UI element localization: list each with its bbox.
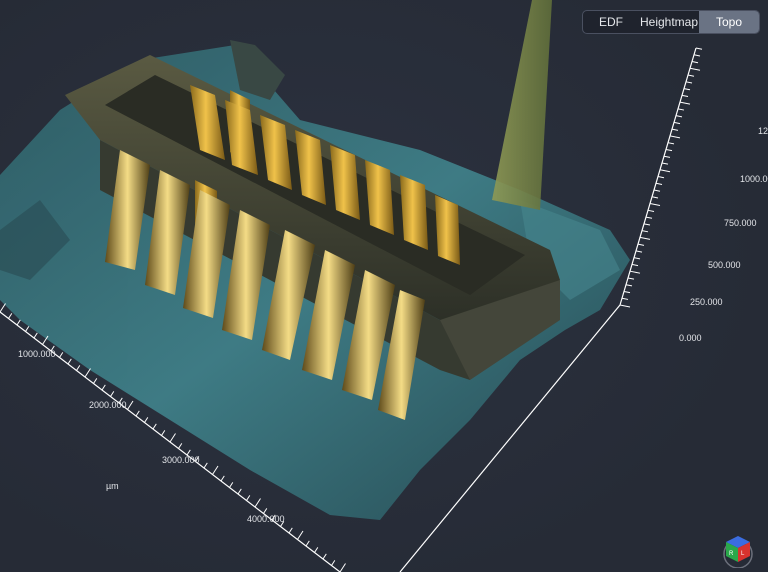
mode-button-heightmap[interactable]: Heightmap — [639, 11, 699, 33]
mode-button-topo[interactable]: Topo — [699, 11, 759, 33]
z-tick-label: 750.000 — [724, 218, 757, 228]
x-tick-label: 3000.000 — [162, 455, 200, 465]
x-tick-label: 4000.000 — [247, 514, 285, 524]
view-mode-switch: EDF Heightmap Topo — [582, 10, 760, 34]
z-tick-label: 12 — [758, 126, 768, 136]
mode-button-edf[interactable]: EDF — [583, 11, 639, 33]
z-tick-label: 250.000 — [690, 297, 723, 307]
svg-text:R: R — [729, 551, 734, 557]
x-tick-label: 2000.000 — [89, 400, 127, 410]
topo-3d-viewport[interactable]: 0.000 250.000 500.000 750.000 1000.000 1… — [0, 0, 768, 572]
view-cube-icon[interactable]: R L — [716, 528, 760, 568]
x-tick-label: 1000.000 — [18, 349, 56, 359]
z-tick-label: 0.000 — [679, 333, 702, 343]
z-tick-label: 500.000 — [708, 260, 741, 270]
z-tick-label: 1000.000 — [740, 174, 768, 184]
x-axis-unit: µm — [106, 481, 119, 491]
